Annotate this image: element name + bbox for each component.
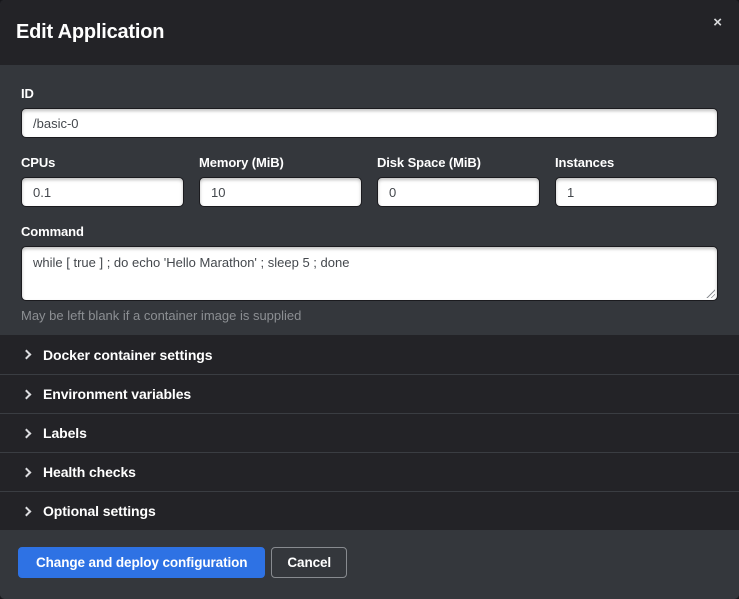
command-textarea[interactable]: while [ true ] ; do echo 'Hello Marathon… xyxy=(21,246,718,301)
section-docker-container-settings[interactable]: Docker container settings xyxy=(0,335,739,374)
chevron-right-icon xyxy=(22,506,32,516)
disk-field-group: Disk Space (MiB) xyxy=(377,155,540,207)
application-form: ID CPUs Memory (MiB) Disk Space (MiB) In… xyxy=(0,65,739,335)
cpus-input[interactable] xyxy=(21,177,184,207)
resources-row: CPUs Memory (MiB) Disk Space (MiB) Insta… xyxy=(21,155,718,207)
command-label: Command xyxy=(21,224,718,239)
section-label: Environment variables xyxy=(43,386,191,402)
command-textarea-wrap: while [ true ] ; do echo 'Hello Marathon… xyxy=(21,246,718,301)
section-labels[interactable]: Labels xyxy=(0,413,739,452)
modal-header: Edit Application × xyxy=(0,0,739,65)
cancel-button[interactable]: Cancel xyxy=(271,547,347,578)
section-label: Health checks xyxy=(43,464,136,480)
disk-input[interactable] xyxy=(377,177,540,207)
command-field-group: Command while [ true ] ; do echo 'Hello … xyxy=(21,224,718,323)
section-label: Docker container settings xyxy=(43,347,212,363)
modal-footer: Change and deploy configuration Cancel xyxy=(0,530,739,599)
cpus-label: CPUs xyxy=(21,155,184,170)
page-title: Edit Application xyxy=(16,21,164,44)
id-field-group: ID xyxy=(21,86,718,138)
chevron-right-icon xyxy=(22,428,32,438)
instances-field-group: Instances xyxy=(555,155,718,207)
instances-input[interactable] xyxy=(555,177,718,207)
cpus-field-group: CPUs xyxy=(21,155,184,207)
command-help-text: May be left blank if a container image i… xyxy=(21,308,718,323)
section-environment-variables[interactable]: Environment variables xyxy=(0,374,739,413)
close-icon[interactable]: × xyxy=(709,11,726,34)
collapsible-sections: Docker container settings Environment va… xyxy=(0,335,739,530)
memory-label: Memory (MiB) xyxy=(199,155,362,170)
chevron-right-icon xyxy=(22,389,32,399)
change-and-deploy-button[interactable]: Change and deploy configuration xyxy=(18,547,265,578)
section-label: Optional settings xyxy=(43,503,156,519)
section-label: Labels xyxy=(43,425,87,441)
instances-label: Instances xyxy=(555,155,718,170)
memory-input[interactable] xyxy=(199,177,362,207)
disk-label: Disk Space (MiB) xyxy=(377,155,540,170)
id-input[interactable] xyxy=(21,108,718,138)
section-health-checks[interactable]: Health checks xyxy=(0,452,739,491)
chevron-right-icon xyxy=(22,467,32,477)
memory-field-group: Memory (MiB) xyxy=(199,155,362,207)
edit-application-modal: Edit Application × ID CPUs Memory (MiB) … xyxy=(0,0,739,599)
id-label: ID xyxy=(21,86,718,101)
section-optional-settings[interactable]: Optional settings xyxy=(0,491,739,530)
chevron-right-icon xyxy=(22,350,32,360)
